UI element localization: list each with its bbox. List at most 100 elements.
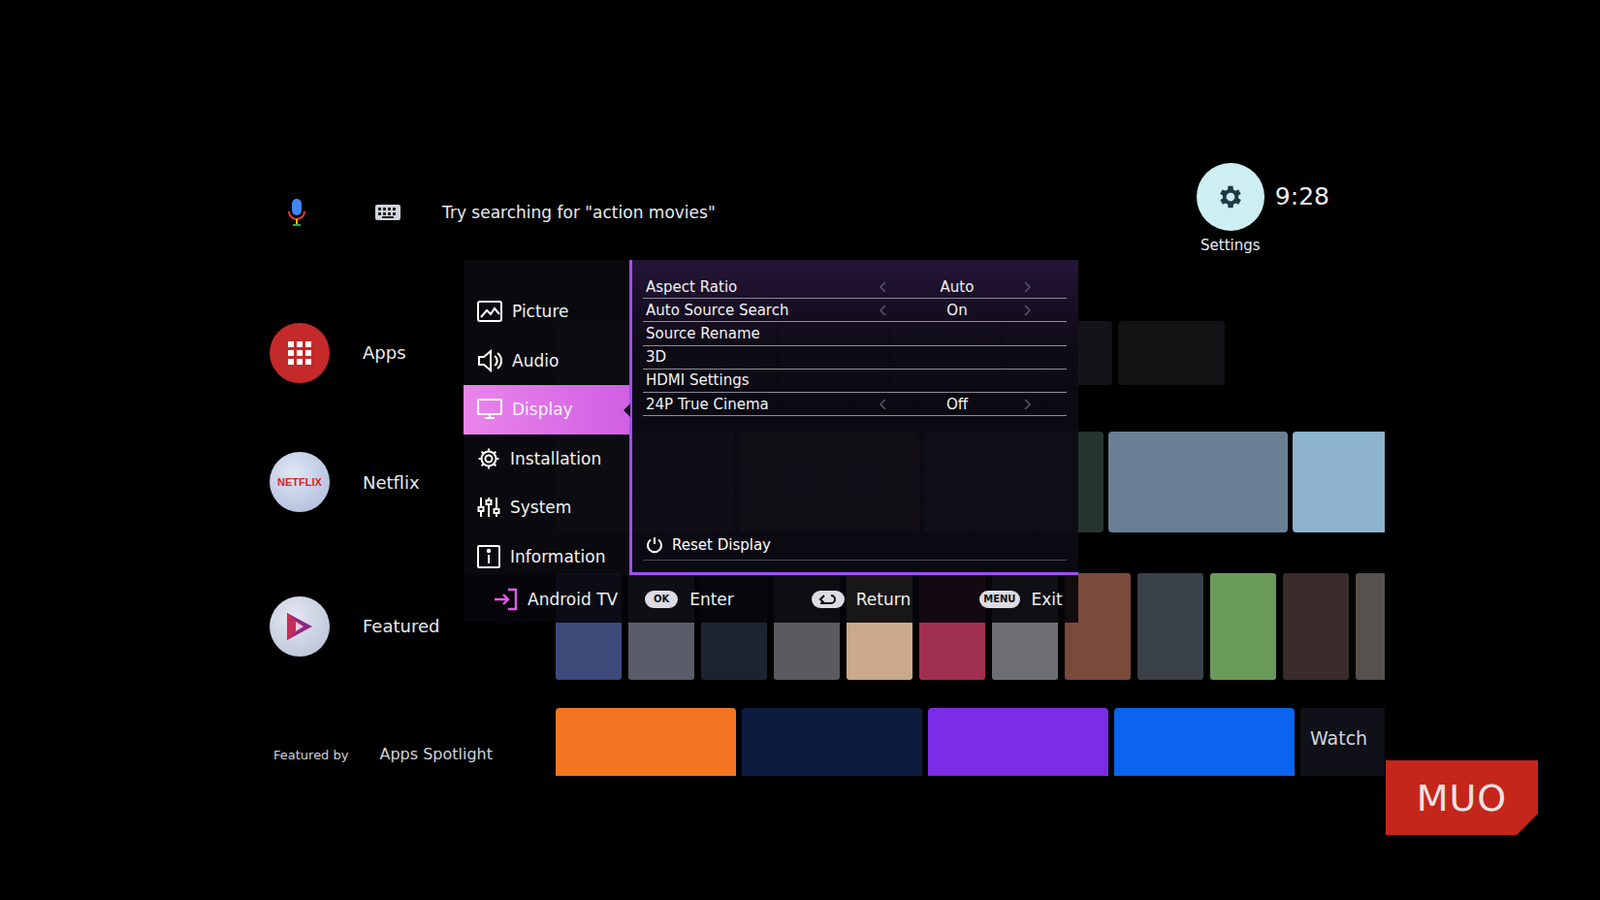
option-label: 3D (645, 348, 879, 366)
menu-body: Picture Audio Display Installation System Inf… (463, 259, 1079, 576)
grid-icon (287, 340, 313, 366)
picture-icon (477, 300, 503, 322)
footer-hint: MENU Exit (979, 589, 1062, 609)
key-badge: MENU (979, 590, 1020, 608)
category-item[interactable]: Picture (463, 287, 630, 337)
category-item[interactable]: Information (463, 532, 630, 582)
content-tile[interactable] (555, 707, 736, 776)
category-label: Information (510, 546, 606, 567)
settings-menu: Picture Audio Display Installation System Inf… (463, 259, 1079, 623)
watch-label: Watch (1310, 727, 1368, 749)
hint-action: Exit (1031, 589, 1063, 609)
option-label: Auto Source Search (645, 301, 879, 320)
option-value: Auto (890, 278, 1024, 296)
content-tile[interactable] (741, 707, 923, 776)
content-tile[interactable] (1118, 320, 1225, 385)
settings-button[interactable]: Settings (1193, 162, 1268, 255)
category-label: Audio (512, 351, 559, 371)
category-label: Display (512, 399, 574, 419)
sliders-icon (477, 495, 501, 519)
chevron-left-icon (878, 281, 891, 293)
option-row[interactable]: 3D (642, 346, 1067, 370)
option-row[interactable]: Source Rename (642, 321, 1067, 346)
chevron-right-icon (1024, 281, 1036, 293)
content-tile[interactable] (1108, 431, 1288, 533)
content-tile[interactable] (1292, 431, 1385, 533)
netflix-logo: NETFLIX (277, 476, 322, 488)
monitor-icon (477, 398, 503, 420)
options-panel: Aspect Ratio Auto Auto Source Search On Sour… (629, 259, 1079, 576)
option-label: Source Rename (645, 324, 879, 343)
clock: 9:28 (1275, 162, 1330, 231)
watch-tile[interactable]: Watch (1300, 707, 1385, 776)
hint-action: Return (856, 589, 911, 609)
search-hint: Try searching for "action movies" (442, 202, 716, 223)
content-tile[interactable] (1282, 573, 1349, 680)
content-tile[interactable] (1210, 573, 1277, 680)
category-label: Picture (512, 301, 569, 321)
category-item[interactable]: Display (463, 384, 630, 435)
gear-icon (477, 447, 501, 471)
option-row[interactable]: Aspect Ratio Auto (642, 275, 1067, 299)
watermark-corner (1516, 813, 1538, 835)
top-bar: Try searching for "action movies" Setting… (0, 162, 1600, 259)
option-label: 24P True Cinema (645, 395, 879, 414)
input-icon (492, 587, 518, 611)
tile-row: Watch (555, 707, 1385, 776)
chevron-left-icon (878, 304, 891, 317)
content-tile[interactable] (1355, 573, 1385, 680)
reset-label: Reset Display (672, 536, 771, 554)
category-item[interactable]: System (463, 482, 630, 533)
hint-action: Enter (689, 589, 735, 609)
footer-hint: Return (811, 589, 911, 609)
search-bar[interactable]: Try searching for "action movies" (287, 178, 1194, 247)
option-row[interactable]: Auto Source Search On (642, 298, 1067, 322)
featured-by-line: Featured by Apps Spotlight (269, 744, 493, 764)
category-label: Installation (510, 448, 602, 469)
sidebar-label: Featured (362, 615, 440, 637)
return-icon (818, 593, 838, 606)
apps-spotlight-row: Featured by Apps Spotlight Watch (0, 707, 1600, 776)
option-value: Off (890, 395, 1024, 414)
watermark-text: MUO (1416, 776, 1508, 820)
featured-by-source: Apps Spotlight (379, 744, 493, 764)
featured-by: Featured by Apps Spotlight (269, 707, 556, 764)
source-label: Android TV (527, 589, 618, 609)
category-label: System (510, 497, 572, 517)
key-badge: OK (644, 590, 678, 608)
featured-icon (269, 596, 330, 657)
info-icon (477, 544, 501, 569)
settings-circle (1196, 162, 1265, 231)
sidebar-label: Apps (362, 342, 407, 363)
option-row[interactable]: 24P True Cinema Off (642, 392, 1067, 416)
option-label: Aspect Ratio (645, 278, 879, 296)
netflix-icon: NETFLIX (269, 451, 330, 512)
menu-footer: Android TV OK Enter Return MENU Exit (463, 575, 1079, 623)
reset-button[interactable]: Reset Display (642, 530, 1067, 561)
chevron-right-icon (1024, 398, 1036, 411)
watermark: MUO (1385, 760, 1538, 835)
sidebar-label: Netflix (362, 472, 420, 493)
category-item[interactable]: Installation (463, 434, 630, 484)
settings-label: Settings (1200, 236, 1261, 255)
power-icon (645, 536, 664, 554)
settings-group: Settings 9:28 (1193, 162, 1330, 255)
featured-by-label: Featured by (273, 747, 349, 763)
content-tile[interactable] (928, 707, 1109, 776)
return-badge (811, 590, 845, 608)
category-list: Picture Audio Display Installation System Inf… (463, 259, 630, 576)
gear-icon (1216, 182, 1246, 212)
footer-hint: OK Enter (644, 589, 735, 609)
content-tile[interactable] (1137, 573, 1204, 680)
play-icon (283, 609, 317, 643)
chevron-right-icon (1024, 304, 1036, 317)
apps-icon (269, 322, 330, 384)
option-label: HDMI Settings (645, 371, 879, 389)
category-item[interactable]: Audio (463, 336, 630, 386)
content-tile[interactable] (1114, 707, 1295, 776)
speaker-icon (477, 349, 503, 373)
option-value: On (890, 301, 1024, 320)
option-row[interactable]: HDMI Settings (642, 369, 1067, 393)
microphone-icon (287, 197, 307, 227)
keyboard-icon (374, 202, 402, 223)
